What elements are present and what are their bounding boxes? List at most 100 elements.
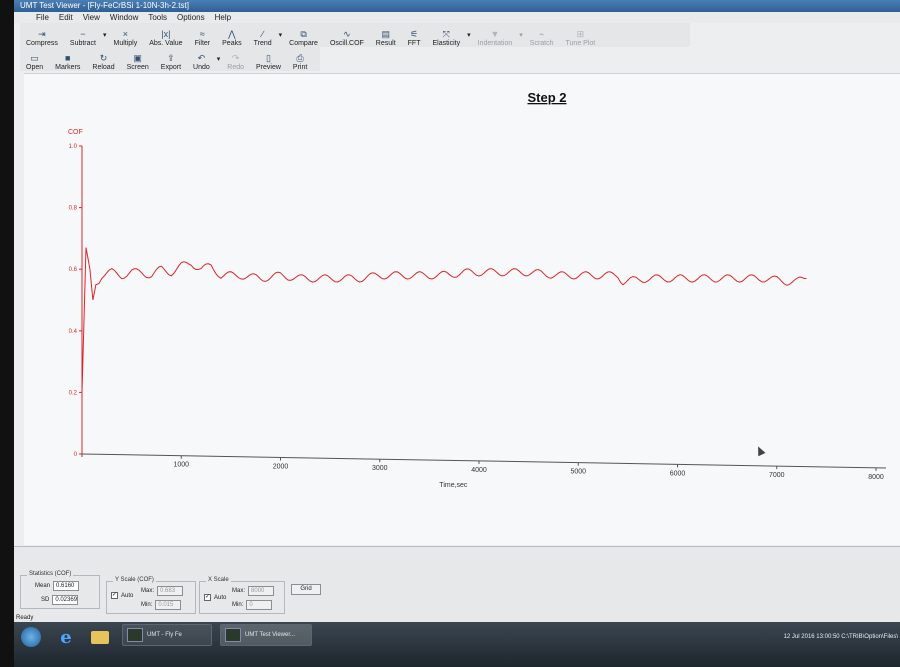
compare-button[interactable]: ⧉ Compare [283, 23, 324, 48]
explorer-button[interactable] [86, 624, 114, 650]
statistics-group: Statistics (COF) Mean 0.6160 SD 0.02369 [20, 571, 100, 609]
indentation-button[interactable]: ▼ Indentation [472, 23, 519, 48]
trend-icon: ∕ [261, 29, 264, 39]
taskbar-item-test-viewer-label: UMT Test Viewer... [245, 632, 296, 638]
internet-explorer-button[interactable]: e [52, 624, 80, 650]
abs-value-button[interactable]: |x| Abs. Value [143, 23, 188, 48]
oscill-cof-button[interactable]: ∿ Oscill.COF [324, 23, 370, 48]
toolbar-button-label: Elasticity [432, 40, 461, 47]
y-tick-label: 0.2 [69, 390, 78, 396]
peaks-button[interactable]: ⋀ Peaks [216, 23, 247, 48]
toolbar-button-label: Tune Plot [565, 40, 596, 47]
y-max-label: Max: [141, 588, 155, 594]
test-viewer-app-icon [225, 628, 241, 642]
elasticity-button[interactable]: ⤧ Elasticity [426, 23, 466, 48]
plot-area[interactable]: Step 2 COF 0 0.2 0.4 0.6 0.8 1.0 1000 2000 3000 400… [24, 73, 900, 545]
preview-button[interactable]: ▯ Preview [250, 47, 287, 72]
toolbar-button-label: Trend [253, 40, 272, 47]
menu-view[interactable]: View [83, 12, 100, 23]
markers-button[interactable]: ■ Markers [49, 47, 86, 72]
undo-button[interactable]: ↶ Undo [187, 47, 216, 72]
x-tick-label: 7000 [769, 472, 785, 479]
system-clock: 12 Jul 2016 13:00:50 C:\TRIB\Option\File… [783, 634, 898, 640]
sd-label: SD [41, 597, 50, 603]
print-button[interactable]: ⎙ Print [287, 47, 313, 72]
multiply-button[interactable]: × Multiply [108, 23, 144, 48]
elasticity-icon: ⤧ [442, 29, 450, 39]
x-axis [81, 453, 887, 469]
taskbar-item-umt[interactable]: UMT - Fly Fe [122, 624, 212, 646]
toolbar-button-label: Markers [55, 64, 81, 71]
result-button[interactable]: ▤ Result [370, 23, 402, 48]
markers-icon: ■ [65, 53, 71, 63]
x-tick-label: 3000 [372, 465, 388, 472]
x-auto-checkbox[interactable]: ✓ [204, 594, 211, 601]
y-min-field[interactable]: 0.015 [155, 600, 182, 610]
scratch-button[interactable]: ⌁ Scratch [524, 23, 560, 48]
toolbar-button-label: Peaks [222, 40, 242, 47]
open-button[interactable]: ▭ Open [20, 47, 49, 72]
toolbar-button-label: Export [160, 64, 182, 71]
menu-edit[interactable]: Edit [59, 12, 73, 23]
y-auto-checkbox[interactable]: ✓ [111, 592, 118, 599]
y-min-label: Min: [141, 602, 153, 608]
compare-icon: ⧉ [300, 29, 307, 39]
folder-icon [91, 630, 109, 644]
toolbar-button-label: Preview [256, 64, 281, 71]
grid-button[interactable]: Grid [291, 584, 321, 595]
x-max-field[interactable]: 8000 [248, 586, 275, 596]
tune-plot-icon: ⊞ [576, 29, 585, 39]
preview-icon: ▯ [265, 53, 271, 63]
multiply-icon: × [122, 29, 128, 39]
toolbar-button-label: Redo [227, 64, 244, 71]
x-min-field[interactable]: 0 [246, 600, 273, 610]
menu-window[interactable]: Window [110, 12, 138, 23]
toolbar-button-label: FFT [407, 40, 421, 47]
y-tick-label: 1.0 [69, 144, 78, 150]
chart-title: Step 2 [527, 90, 566, 105]
cof-series-line [81, 247, 807, 393]
status-text: Ready [16, 615, 34, 621]
toolbar-button-label: Compress [26, 40, 58, 47]
window-title-bar: UMT Test Viewer - [Fly-FeCrBSi 1-10N-3h-… [14, 0, 900, 12]
x-min-label: Min: [232, 602, 244, 608]
umt-app-icon [127, 628, 143, 642]
toolbar-button-label: Filter [194, 40, 211, 47]
taskbar-item-umt-label: UMT - Fly Fe [147, 632, 182, 638]
filter-icon: ≈ [199, 29, 205, 39]
redo-button[interactable]: ↷ Redo [221, 47, 250, 72]
trend-button[interactable]: ∕ Trend [248, 23, 278, 48]
compress-icon: ⇥ [38, 29, 46, 39]
mean-field[interactable]: 0.6160 [53, 581, 80, 591]
screen-button[interactable]: ▣ Screen [121, 47, 155, 72]
screen-icon: ▣ [133, 53, 142, 63]
start-button[interactable] [16, 624, 46, 650]
abs-value-icon: |x| [161, 29, 171, 39]
subtract-button[interactable]: − Subtract [64, 23, 102, 48]
export-button[interactable]: ⇪ Export [155, 47, 187, 72]
menu-help[interactable]: Help [215, 12, 231, 23]
y-tick-label: 0.6 [69, 267, 78, 273]
y-tick-label: 0.4 [69, 329, 78, 335]
menu-tools[interactable]: Tools [148, 12, 167, 23]
toolbar-button-label: Print [292, 64, 308, 71]
menu-options[interactable]: Options [177, 12, 205, 23]
sd-field[interactable]: 0.02369 [52, 595, 79, 605]
taskbar-item-test-viewer[interactable]: UMT Test Viewer... [220, 624, 312, 646]
reload-button[interactable]: ↻ Reload [86, 47, 120, 72]
windows-orb-icon [21, 627, 41, 647]
x-auto-label: Auto [214, 594, 227, 601]
print-icon: ⎙ [296, 53, 304, 63]
fft-button[interactable]: ⚟ FFT [402, 23, 427, 48]
tune-plot-button[interactable]: ⊞ Tune Plot [560, 23, 602, 48]
x-tick-label: 4000 [471, 467, 487, 474]
x-scale-group-title: X Scale [206, 577, 231, 583]
toolbar-button-label: Undo [193, 64, 210, 71]
compress-button[interactable]: ⇥ Compress [20, 23, 64, 48]
y-max-field[interactable]: 0.683 [157, 586, 184, 596]
reload-icon: ↻ [99, 53, 108, 63]
status-bar: Ready [14, 614, 900, 622]
filter-button[interactable]: ≈ Filter [189, 23, 217, 48]
toolbar-button-label: Subtract [69, 40, 96, 47]
menu-file[interactable]: File [36, 12, 49, 23]
